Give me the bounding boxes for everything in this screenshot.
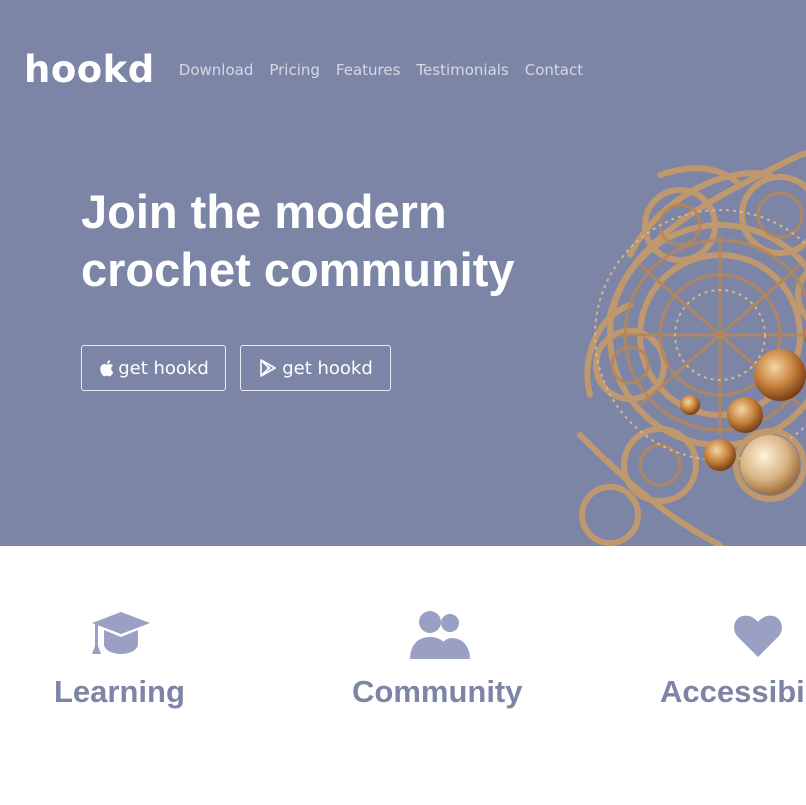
feature-title-accessibility: Accessibi — [660, 674, 805, 709]
apple-icon — [100, 360, 114, 377]
hero-section: hookd Download Pricing Features Testimon… — [0, 0, 806, 546]
nav-link-contact[interactable]: Contact — [525, 61, 583, 79]
hero-headline: Join the modern crochet community — [81, 183, 561, 299]
google-play-button[interactable]: get hookd — [240, 345, 391, 391]
crochet-doily-image — [577, 150, 806, 546]
heart-icon — [734, 615, 782, 657]
nav-link-features[interactable]: Features — [336, 61, 401, 79]
top-navbar: hookd Download Pricing Features Testimon… — [24, 48, 599, 91]
nav-link-pricing[interactable]: Pricing — [269, 61, 320, 79]
google-play-button-label: get hookd — [282, 357, 373, 379]
app-store-button[interactable]: get hookd — [81, 345, 226, 391]
download-buttons: get hookd get hookd — [81, 345, 391, 391]
features-section: Learning Community Accessibi — [0, 546, 806, 805]
app-store-button-label: get hookd — [118, 357, 209, 379]
feature-title-learning: Learning — [54, 674, 185, 709]
google-play-icon — [260, 359, 277, 377]
nav-link-download[interactable]: Download — [179, 61, 254, 79]
brand-logo[interactable]: hookd — [24, 48, 155, 91]
users-icon — [410, 611, 470, 659]
feature-title-community: Community — [352, 674, 523, 709]
nav-link-testimonials[interactable]: Testimonials — [416, 61, 508, 79]
graduation-cap-icon — [92, 612, 150, 654]
hero-headline-line-2: crochet community — [81, 243, 515, 296]
hero-headline-line-1: Join the modern — [81, 185, 447, 238]
